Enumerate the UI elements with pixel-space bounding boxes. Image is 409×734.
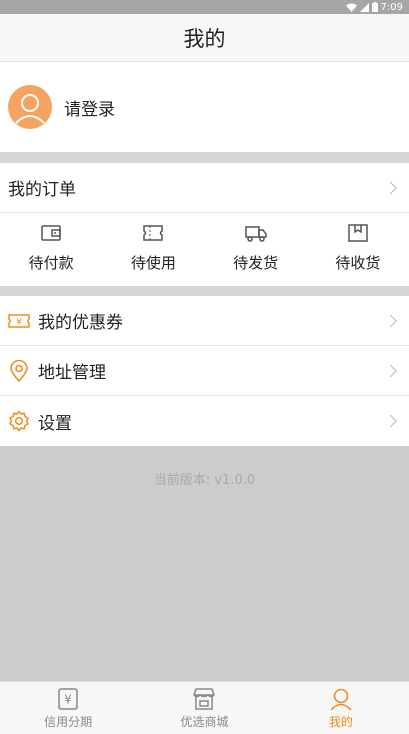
- location-pin-icon: [8, 359, 30, 382]
- yen-icon: ¥: [58, 688, 78, 710]
- order-type-pending-use[interactable]: 待使用: [102, 213, 204, 286]
- section-divider: [0, 286, 409, 296]
- signal-icon: [359, 2, 369, 12]
- tab-label: 我的: [328, 715, 353, 729]
- wifi-icon: [345, 3, 357, 12]
- battery-icon: [371, 2, 378, 12]
- svg-text:¥: ¥: [16, 317, 22, 327]
- my-orders-label: 我的订单: [8, 180, 76, 200]
- gear-icon: [8, 410, 30, 432]
- avatar-person-icon: [15, 94, 45, 124]
- header: 我的: [0, 14, 409, 62]
- chevron-right-icon: [384, 364, 397, 377]
- status-time: 7:09: [380, 1, 403, 13]
- page-title: 我的: [183, 26, 226, 51]
- profile-section[interactable]: 请登录: [0, 62, 409, 152]
- order-type-label: 待付款: [28, 254, 74, 272]
- menu-item-coupons[interactable]: ¥ 我的优惠券: [0, 296, 409, 346]
- tab-label: 优选商城: [180, 715, 229, 729]
- menu-item-address[interactable]: 地址管理: [0, 346, 409, 396]
- menu-item-label: 地址管理: [38, 363, 106, 383]
- settings-menu: ¥ 我的优惠券 地址管理 设置: [0, 296, 409, 446]
- chevron-right-icon: [384, 181, 397, 194]
- coupon-icon: ¥: [8, 310, 30, 332]
- login-prompt[interactable]: 请登录: [64, 95, 115, 120]
- order-types: 待付款 待使用 待发货 待收货: [0, 213, 409, 286]
- section-divider: [0, 152, 409, 163]
- tab-mall[interactable]: 优选商城: [136, 682, 272, 734]
- order-type-label: 待收货: [335, 254, 381, 272]
- order-type-pending-receipt[interactable]: 待收货: [307, 213, 409, 286]
- status-bar: 7:09: [0, 0, 409, 14]
- order-type-label: 待发货: [233, 254, 279, 272]
- bottom-tab-bar: ¥ 信用分期 优选商城 我的: [0, 681, 409, 734]
- wallet-icon: [41, 225, 61, 241]
- tab-label: 信用分期: [44, 715, 93, 729]
- menu-item-label: 设置: [38, 413, 72, 434]
- tab-credit-installment[interactable]: ¥ 信用分期: [0, 682, 136, 734]
- order-type-pending-shipment[interactable]: 待发货: [205, 213, 307, 286]
- svg-text:¥: ¥: [64, 693, 72, 707]
- status-icons: 7:09: [345, 0, 403, 14]
- ticket-icon: [143, 225, 164, 241]
- menu-item-label: 我的优惠券: [38, 313, 123, 333]
- person-icon: [330, 688, 352, 711]
- tab-mine[interactable]: 我的: [273, 682, 409, 734]
- truck-icon: [244, 226, 267, 242]
- order-type-label: 待使用: [130, 254, 176, 272]
- chevron-right-icon: [384, 414, 397, 428]
- app-version: 当前版本: v1.0.0: [153, 473, 256, 488]
- order-type-pending-payment[interactable]: 待付款: [0, 213, 102, 286]
- avatar[interactable]: [8, 85, 52, 129]
- chevron-right-icon: [384, 314, 397, 327]
- my-orders-row[interactable]: 我的订单: [0, 163, 409, 213]
- menu-item-settings[interactable]: 设置: [0, 396, 409, 446]
- package-icon: [348, 224, 368, 242]
- store-icon: [193, 688, 216, 710]
